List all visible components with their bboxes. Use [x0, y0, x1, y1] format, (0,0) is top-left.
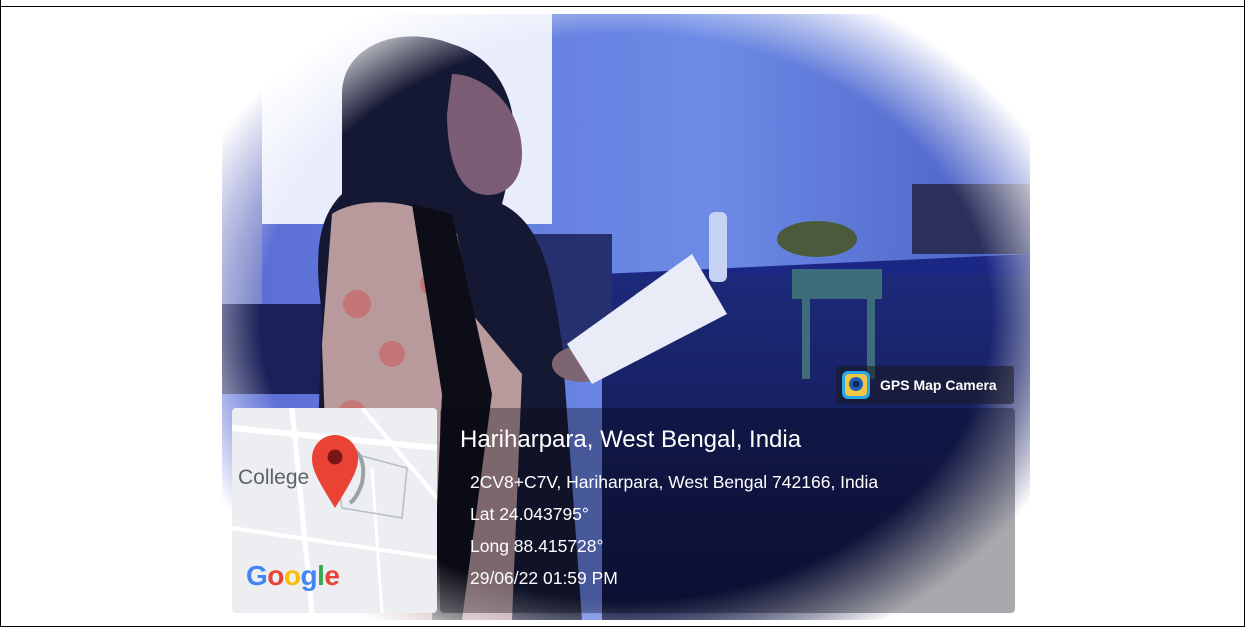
- location-info-panel: Hariharpara, West Bengal, India 2CV8+C7V…: [440, 408, 1015, 613]
- map-place-label: College: [238, 466, 310, 489]
- location-datetime: 29/06/22 01:59 PM: [470, 568, 618, 588]
- gps-map-camera-badge: GPS Map Camera: [836, 366, 1014, 404]
- location-latitude: Lat 24.043795°: [470, 504, 589, 524]
- gps-camera-app-icon: [842, 371, 870, 399]
- top-border: [0, 6, 1245, 7]
- google-logo: Google: [246, 560, 340, 591]
- location-address: 2CV8+C7V, Hariharpara, West Bengal 74216…: [470, 472, 879, 492]
- map-thumbnail[interactable]: College Google: [232, 408, 437, 613]
- location-title: Hariharpara, West Bengal, India: [460, 426, 802, 453]
- location-longitude: Long 88.415728°: [470, 536, 604, 556]
- gps-badge-label: GPS Map Camera: [880, 377, 997, 393]
- map-pin-icon: [312, 435, 358, 508]
